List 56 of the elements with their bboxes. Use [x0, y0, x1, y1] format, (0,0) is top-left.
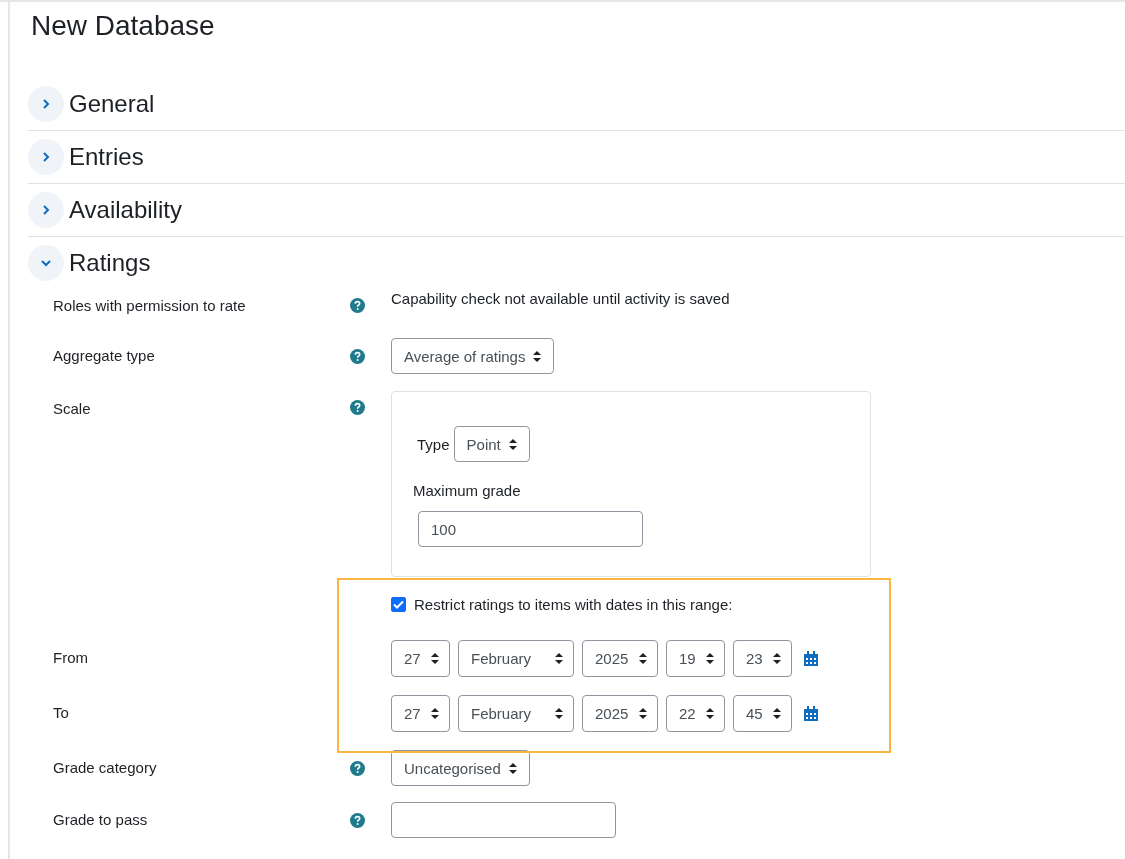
dropdown[interactable]: 2025	[582, 640, 658, 677]
caret-icon	[508, 438, 517, 450]
caret-icon	[431, 653, 439, 664]
dropdown[interactable]: 19	[666, 640, 725, 677]
page-title: New Database	[30, 9, 216, 43]
input-field[interactable]	[391, 802, 616, 838]
dropdown[interactable]: 45	[733, 695, 792, 732]
caret-icon	[773, 708, 781, 719]
caret-icon	[555, 708, 563, 719]
checkbox[interactable]	[391, 597, 406, 612]
caret-icon	[706, 708, 714, 719]
calendar-icon[interactable]	[804, 706, 818, 721]
dropdown[interactable]: February	[458, 640, 574, 677]
help-icon[interactable]	[350, 400, 365, 415]
help-icon[interactable]	[350, 349, 365, 364]
section-heading[interactable]: General	[69, 90, 155, 118]
dropdown[interactable]: 27	[391, 695, 450, 732]
dropdown[interactable]: 2025	[582, 695, 658, 732]
dropdown[interactable]: Point	[453, 426, 530, 462]
field-label: Grade to pass	[53, 811, 148, 828]
help-icon[interactable]	[350, 761, 365, 776]
field-label: Maximum grade	[413, 482, 522, 499]
caret-icon	[555, 653, 563, 664]
caret-icon	[508, 762, 517, 774]
dropdown[interactable]: 22	[666, 695, 725, 732]
input-field[interactable]: 100	[418, 511, 643, 547]
field-value: Capability check not available until activity is saved	[391, 289, 730, 307]
dropdown[interactable]: Uncategorised	[391, 750, 530, 786]
section-heading[interactable]: Ratings	[69, 249, 151, 277]
caret-icon	[706, 653, 714, 664]
field-label: From	[53, 649, 88, 666]
caret-icon	[533, 350, 542, 362]
field-label: Grade category	[53, 759, 157, 776]
section-heading[interactable]: Entries	[69, 143, 144, 171]
help-icon[interactable]	[350, 813, 365, 828]
caret-icon	[773, 653, 781, 664]
section-heading[interactable]: Availability	[69, 196, 182, 224]
field-label: Scale	[53, 400, 91, 417]
caret-icon	[639, 708, 647, 719]
collapse-toggle[interactable]	[28, 86, 64, 122]
help-icon[interactable]	[350, 298, 365, 313]
caret-icon	[431, 708, 439, 719]
caret-icon	[639, 653, 647, 664]
collapse-toggle[interactable]	[28, 192, 64, 228]
field-label: Aggregate type	[53, 347, 155, 364]
field-label: Roles with permission to rate	[53, 297, 246, 314]
collapse-toggle[interactable]	[28, 139, 64, 175]
calendar-icon[interactable]	[804, 651, 818, 666]
collapse-toggle[interactable]	[28, 245, 64, 281]
field-label: To	[53, 704, 69, 721]
checkbox-label: Restrict ratings to items with dates in this range:	[414, 596, 733, 613]
dropdown[interactable]: 27	[391, 640, 450, 677]
field-label: Type	[417, 435, 450, 453]
dropdown[interactable]: 23	[733, 640, 792, 677]
dropdown[interactable]: Average of ratings	[391, 338, 555, 374]
dropdown[interactable]: February	[458, 695, 574, 732]
